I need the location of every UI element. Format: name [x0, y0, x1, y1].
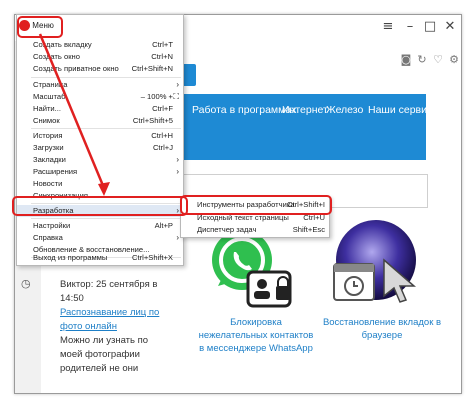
tutorial-arrow	[38, 33, 110, 196]
